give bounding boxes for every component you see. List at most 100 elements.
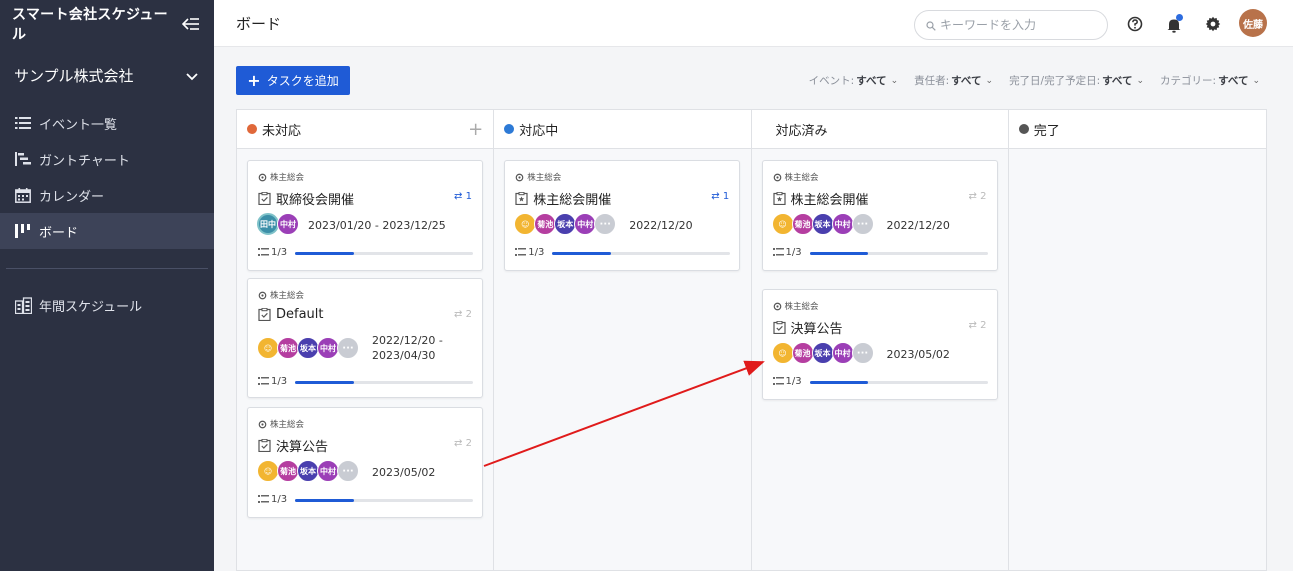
filter-due-date[interactable]: 完了日/完了予定日: すべて ⌄ [1009,73,1144,88]
more-members-icon[interactable]: ··· [851,213,874,235]
progress-text: 1/3 [271,376,288,387]
search-input[interactable] [940,18,1090,32]
link-count-value: 2 [980,191,987,202]
add-card-icon[interactable]: + [468,119,483,140]
link-icon: ⇄ [454,309,463,320]
link-icon: ⇄ [711,191,720,202]
more-members-icon[interactable]: ··· [851,342,874,364]
avatar-photo: ☺ [514,213,537,235]
progress-count: 1/3 [258,376,287,387]
filter-bar: イベント: すべて ⌄ 責任者: すべて ⌄ 完了日/完了予定日: すべて ⌄ カテゴリー:… [809,73,1260,88]
column-header: 対応中 [494,110,751,149]
annual-schedule-icon [14,296,32,314]
link-count: ⇄ 1 [454,191,472,202]
chevron-down-icon: ⌄ [1252,75,1260,86]
avatar: 中村 [277,213,299,235]
avatar: 菊池 [277,337,299,359]
avatar: 中村 [831,342,854,364]
card-title: Default [258,307,324,322]
filter-label: 責任者: [914,75,950,87]
chevron-down-icon [186,66,198,85]
sidebar-item-board[interactable]: ボード [0,213,214,249]
member-avatars: ☺ 菊池 坂本 中村 ··· [771,342,874,364]
progress-fill [295,381,354,384]
app-title: スマート会社スケジュール [12,6,168,43]
sidebar-item-gantt[interactable]: ガントチャート [0,141,214,177]
avatar: 菊池 [534,213,557,235]
subtask-icon [515,248,527,256]
progress-fill [295,252,354,255]
org-selector[interactable]: サンプル株式会社 [0,47,214,103]
card-date: 2022/12/20 [629,219,693,232]
avatar: 坂本 [811,213,834,235]
more-members-icon[interactable]: ··· [337,460,359,482]
sidebar-item-event-list[interactable]: イベント一覧 [0,105,214,141]
task-card[interactable]: 株主総会 Default ⇄ 2 ☺ 菊池 坂本 中村 ··· 2022/12/… [247,278,483,398]
settings-gear-icon[interactable] [1203,14,1223,34]
chevron-down-icon: ⌄ [1136,75,1145,86]
task-card-dropped[interactable]: 株主総会 決算公告 ⇄ 2 ☺ 菊池 坂本 中村 ··· 2023/05/02 … [761,289,998,400]
add-task-button[interactable]: + タスクを追加 [236,66,350,95]
task-card[interactable]: 株主総会 取締役会開催 ⇄ 1 田中 中村 2023/01/20 - 2023/… [247,160,483,271]
column-title: 対応中 [519,123,559,139]
user-avatar[interactable]: 佐藤 [1239,9,1267,37]
column-in-progress: 対応中 株主総会 株主総会開催 ⇄ 1 ☺ 菊池 坂本 中村 ··· 2022/… [494,110,752,570]
link-icon: ⇄ [454,438,463,449]
sidebar-item-label: カレンダー [39,189,105,205]
subtask-icon [258,377,269,385]
member-avatars: ☺ 菊池 坂本 中村 ··· [257,337,359,359]
more-members-icon[interactable]: ··· [337,337,359,359]
sidebar-header: スマート会社スケジュール [0,0,214,47]
progress-text: 1/3 [785,376,802,387]
progress-fill [809,381,869,384]
filter-event[interactable]: イベント: すべて ⌄ [809,73,898,88]
subtask-icon [258,495,269,503]
card-title-text: 決算公告 [276,440,329,455]
subtask-icon [258,248,269,256]
column-title: 完了 [1033,123,1060,139]
sidebar-item-calendar[interactable]: カレンダー [0,177,214,213]
date-start: 2022/12/20 - [372,334,443,347]
category-label: 株主総会 [784,173,819,183]
event-icon [515,192,528,205]
notification-bell-icon[interactable] [1164,14,1184,34]
card-title: 決算公告 [772,318,843,337]
sidebar-item-annual-schedule[interactable]: 年間スケジュール [0,287,214,323]
card-category: 株主総会 [773,171,819,183]
top-header: ボード 佐藤 [214,0,1293,47]
more-members-icon[interactable]: ··· [594,213,617,235]
search-icon [926,16,936,35]
task-card[interactable]: 株主総会 株主総会開催 ⇄ 2 ☺ 菊池 坂本 中村 ··· 2022/12/2… [761,160,998,271]
task-card[interactable]: 株主総会 株主総会開催 ⇄ 1 ☺ 菊池 坂本 中村 ··· 2022/12/2… [504,160,741,271]
card-title-text: Default [276,307,324,322]
search-box[interactable] [914,10,1108,40]
avatar: 坂本 [297,337,319,359]
category-icon [258,173,267,181]
avatar-photo: ☺ [257,337,279,359]
filter-value: すべて [951,75,982,87]
card-date: 2023/01/20 - 2023/12/25 [308,219,446,232]
progress-bar [295,381,473,384]
avatar-photo: ☺ [771,213,794,235]
filter-category[interactable]: カテゴリー: すべて ⌄ [1160,73,1260,88]
filter-label: イベント: [808,75,855,87]
help-icon[interactable] [1125,14,1145,34]
card-date: 2022/12/20 [886,219,950,232]
chevron-down-icon: ⌄ [985,75,994,86]
status-dot [247,124,257,134]
task-card[interactable]: 株主総会 決算公告 ⇄ 2 ☺ 菊池 坂本 中村 ··· 2023/05/02 … [247,407,483,518]
card-title-text: 取締役会開催 [276,193,355,208]
sidebar-nav: イベント一覧 ガントチャート カレンダー ボード [0,105,214,249]
collapse-sidebar-icon[interactable] [180,16,202,32]
link-count: ⇄ 2 [454,309,472,320]
category-label: 株主総会 [784,302,819,312]
avatar: 中村 [831,213,854,235]
filter-owner[interactable]: 責任者: すべて ⌄ [914,73,993,88]
avatar: 中村 [317,460,339,482]
card-title-text: 株主総会開催 [533,193,612,208]
card-title-text: 決算公告 [790,322,843,337]
column-title: 対応済み [775,123,828,139]
category-icon [773,173,781,181]
task-check-icon [258,439,271,452]
card-title: 取締役会開催 [258,189,354,208]
